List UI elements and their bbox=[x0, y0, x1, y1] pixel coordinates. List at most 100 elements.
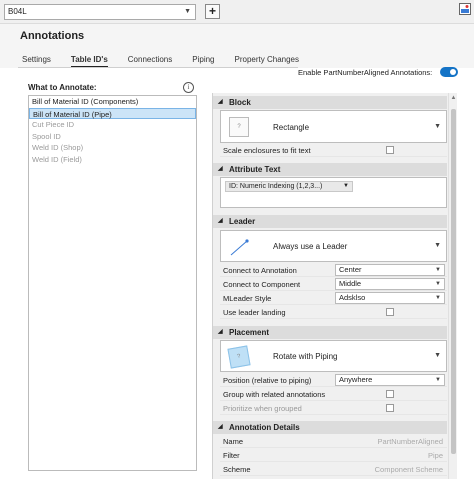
annotate-list: Bill of Material ID (Components) Bill of… bbox=[28, 95, 197, 471]
collapse-triangle-icon: ◢ bbox=[218, 424, 223, 430]
detail-scheme-value: Component Scheme bbox=[374, 465, 443, 474]
add-style-button[interactable]: + bbox=[205, 4, 220, 19]
connect-component-value: Middle bbox=[339, 279, 362, 288]
placement-style-selector[interactable]: ? Rotate with Piping ▼ bbox=[220, 340, 447, 372]
rotate-piping-icon: ? bbox=[227, 345, 251, 369]
chevron-down-icon: ▼ bbox=[435, 267, 441, 273]
mleader-style-select[interactable]: Adsklso ▼ bbox=[335, 292, 445, 304]
section-block[interactable]: ◢ Block bbox=[213, 96, 447, 109]
tab-bar: Settings Table ID's Connections Piping P… bbox=[22, 55, 319, 67]
connect-annotation-label: Connect to Annotation bbox=[223, 266, 297, 275]
scroll-thumb[interactable] bbox=[451, 109, 456, 454]
list-item-cut-piece-id[interactable]: Cut Piece ID bbox=[29, 119, 196, 131]
properties-scrollbar[interactable]: ▲ bbox=[448, 93, 457, 479]
scale-enclosures-row: Scale enclosures to fit text bbox=[220, 144, 447, 157]
collapse-triangle-icon: ◢ bbox=[218, 166, 223, 172]
page-title: Annotations bbox=[20, 30, 85, 42]
leader-arrow-icon bbox=[230, 239, 249, 256]
chevron-down-icon: ▼ bbox=[435, 281, 441, 287]
position-label: Position (relative to piping) bbox=[223, 376, 312, 385]
list-item-weld-id-field[interactable]: Weld ID (Field) bbox=[29, 154, 196, 166]
block-style-selector[interactable]: ? Rectangle ▼ bbox=[220, 110, 447, 143]
detail-name-value: PartNumberAligned bbox=[377, 437, 443, 446]
chevron-down-icon: ▼ bbox=[343, 183, 349, 189]
section-block-title: Block bbox=[229, 98, 251, 107]
position-value: Anywhere bbox=[339, 375, 373, 384]
connect-component-row: Connect to Component Middle ▼ bbox=[220, 278, 447, 291]
connect-component-label: Connect to Component bbox=[223, 280, 301, 289]
prioritize-checkbox[interactable] bbox=[386, 404, 394, 412]
detail-filter-value: Pipe bbox=[427, 451, 443, 460]
collapse-triangle-icon: ◢ bbox=[218, 99, 223, 105]
chevron-down-icon: ▼ bbox=[184, 8, 191, 15]
position-select[interactable]: Anywhere ▼ bbox=[335, 374, 445, 386]
section-details-title: Annotation Details bbox=[229, 423, 300, 432]
placement-style-label: Rotate with Piping bbox=[273, 352, 338, 361]
leader-landing-label: Use leader landing bbox=[223, 308, 286, 317]
detail-name-label: Name bbox=[223, 437, 244, 446]
group-annotations-row: Group with related annotations bbox=[220, 388, 447, 401]
tab-piping[interactable]: Piping bbox=[192, 55, 214, 67]
section-leader-title: Leader bbox=[229, 217, 256, 226]
info-icon[interactable]: i bbox=[183, 82, 194, 93]
leader-style-label: Always use a Leader bbox=[273, 242, 348, 251]
top-toolbar: B04L ▼ + bbox=[0, 0, 474, 24]
section-attribute-title: Attribute Text bbox=[229, 165, 281, 174]
attribute-chip[interactable]: ID: Numeric Indexing (1,2,3...) ▼ bbox=[225, 181, 353, 192]
group-annotations-checkbox[interactable] bbox=[386, 390, 394, 398]
tab-table-ids[interactable]: Table ID's bbox=[70, 55, 108, 67]
settings-image-icon[interactable] bbox=[459, 3, 471, 15]
enable-annotations-label: Enable PartNumberAligned Annotations: bbox=[298, 68, 433, 77]
section-annotation-details[interactable]: ◢ Annotation Details bbox=[213, 421, 447, 434]
chevron-down-icon: ▼ bbox=[435, 377, 441, 383]
rectangle-block-icon: ? bbox=[229, 117, 249, 137]
attribute-chip-label: ID: Numeric Indexing (1,2,3...) bbox=[229, 183, 323, 190]
style-dropdown[interactable]: B04L ▼ bbox=[4, 4, 196, 20]
list-item-weld-id-shop[interactable]: Weld ID (Shop) bbox=[29, 142, 196, 154]
mleader-style-label: MLeader Style bbox=[223, 294, 272, 303]
detail-name-row: Name PartNumberAligned bbox=[220, 435, 447, 448]
mleader-style-row: MLeader Style Adsklso ▼ bbox=[220, 292, 447, 305]
chevron-down-icon: ▼ bbox=[434, 242, 441, 249]
leader-landing-checkbox[interactable] bbox=[386, 308, 394, 316]
connect-annotation-value: Center bbox=[339, 265, 362, 274]
tab-property-changes[interactable]: Property Changes bbox=[235, 55, 299, 67]
attribute-text-box[interactable]: ID: Numeric Indexing (1,2,3...) ▼ bbox=[220, 177, 447, 208]
detail-filter-row: Filter Pipe bbox=[220, 449, 447, 462]
what-to-annotate-label: What to Annotate: bbox=[28, 83, 97, 92]
block-style-label: Rectangle bbox=[273, 123, 310, 132]
chevron-down-icon: ▼ bbox=[434, 352, 441, 359]
leader-landing-row: Use leader landing bbox=[220, 306, 447, 319]
prioritize-label: Prioritize when grouped bbox=[223, 404, 302, 413]
what-to-annotate-panel: What to Annotate: i Bill of Material ID … bbox=[26, 80, 202, 475]
list-item-bom-pipe[interactable]: Bill of Material ID (Pipe) bbox=[29, 107, 196, 119]
tab-connections[interactable]: Connections bbox=[128, 55, 172, 67]
enable-annotations-toggle[interactable] bbox=[440, 67, 458, 77]
section-attribute-text[interactable]: ◢ Attribute Text bbox=[213, 163, 447, 176]
group-annotations-label: Group with related annotations bbox=[223, 390, 326, 399]
section-placement-title: Placement bbox=[229, 328, 270, 337]
list-item-bom-components[interactable]: Bill of Material ID (Components) bbox=[29, 96, 196, 108]
style-dropdown-value: B04L bbox=[8, 7, 27, 16]
connect-annotation-select[interactable]: Center ▼ bbox=[335, 264, 445, 276]
collapse-triangle-icon: ◢ bbox=[218, 218, 223, 224]
connect-annotation-row: Connect to Annotation Center ▼ bbox=[220, 264, 447, 277]
section-leader[interactable]: ◢ Leader bbox=[213, 215, 447, 228]
scroll-up-icon[interactable]: ▲ bbox=[449, 95, 458, 101]
chevron-down-icon: ▼ bbox=[434, 123, 441, 130]
connect-component-select[interactable]: Middle ▼ bbox=[335, 278, 445, 290]
chevron-down-icon: ▼ bbox=[435, 295, 441, 301]
tab-settings[interactable]: Settings bbox=[22, 55, 51, 67]
mleader-style-value: Adsklso bbox=[339, 293, 366, 302]
scale-enclosures-checkbox[interactable] bbox=[386, 146, 394, 154]
detail-scheme-label: Scheme bbox=[223, 465, 251, 474]
scale-enclosures-label: Scale enclosures to fit text bbox=[223, 146, 311, 155]
prioritize-row: Prioritize when grouped bbox=[220, 402, 447, 415]
tab-divider bbox=[18, 67, 298, 68]
section-placement[interactable]: ◢ Placement bbox=[213, 326, 447, 339]
collapse-triangle-icon: ◢ bbox=[218, 329, 223, 335]
leader-style-selector[interactable]: Always use a Leader ▼ bbox=[220, 230, 447, 262]
detail-filter-label: Filter bbox=[223, 451, 240, 460]
position-row: Position (relative to piping) Anywhere ▼ bbox=[220, 374, 447, 387]
list-item-spool-id[interactable]: Spool ID bbox=[29, 131, 196, 143]
